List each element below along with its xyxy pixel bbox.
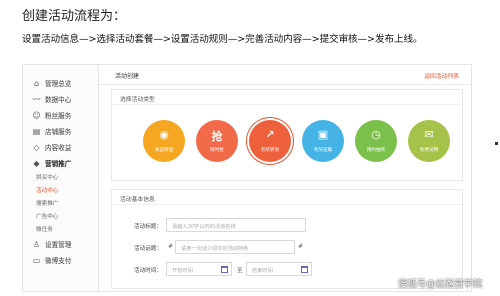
type-flash-sale-button[interactable]: 抢 限时抢: [196, 120, 238, 162]
sidebar-subitem[interactable]: 微任务: [36, 225, 53, 233]
sidebar-item-settings[interactable]: ♙ 设置管理: [32, 239, 72, 250]
gift-icon: ▣: [317, 128, 329, 141]
date-separator: 至: [237, 268, 243, 274]
sidebar-item-store[interactable]: ▤ 店铺服务: [32, 126, 72, 137]
clock-icon: ◷: [371, 128, 381, 141]
user-icon: ♙: [32, 239, 41, 249]
flash-sale-icon: 抢: [211, 130, 223, 143]
topic-row: 活动话题： # 请用一句话介绍你的活动特色 #: [112, 240, 464, 254]
type-label: 有奖征集: [313, 148, 333, 153]
end-time-input[interactable]: 结束时间: [246, 262, 312, 276]
title-input[interactable]: 请输入20字以内的活动名称: [166, 218, 306, 232]
topbar: 活动创建 返回活动列表: [99, 65, 471, 85]
sidebar-item-payment[interactable]: ▭ 微博支付: [32, 255, 72, 266]
sidebar-item-label: 管理总览: [45, 80, 72, 88]
screenshot-frame: ⌂ 管理总览 〰 数据中心 ☺ 粉丝服务 ▤ 店铺服务 ◇ 内容收益 ◆ 营销推…: [22, 64, 472, 292]
hash-mark: #: [168, 243, 174, 250]
type-repost-reward-button[interactable]: ↗ 有奖转发: [249, 120, 291, 162]
store-icon: ▤: [32, 126, 41, 136]
trend-icon: 〰: [32, 94, 41, 104]
sidebar-item-data[interactable]: 〰 数据中心: [32, 94, 72, 105]
share-icon: ↗: [265, 128, 275, 141]
watermark: 搜狐号@丝路赞学院: [398, 279, 483, 290]
sidebar-item-label: 营销推广: [45, 160, 72, 168]
time-row: 活动时间： 开始时间 至 结束时间: [112, 262, 464, 276]
type-label: 限时抢: [210, 148, 224, 153]
start-time-input[interactable]: 开始时间: [166, 262, 232, 276]
sidebar-item-fans[interactable]: ☺ 粉丝服务: [32, 110, 72, 121]
home-icon: ⌂: [33, 78, 40, 88]
sidebar-item-label: 微博支付: [45, 257, 72, 265]
wheel-icon: ◉: [159, 128, 169, 141]
sidebar-item-label: 数据中心: [45, 96, 72, 104]
panel-heading: 活动基本信息: [112, 190, 462, 205]
panel-heading: 选择活动类型: [112, 90, 462, 105]
type-label: 预约抽奖: [366, 148, 386, 153]
sidebar-subitem[interactable]: 拼买中心: [36, 173, 58, 181]
calendar-icon[interactable]: [301, 266, 308, 273]
activity-info-panel: 活动基本信息 活动标题： 请输入20字以内的活动名称 活动话题： # 请用一句话…: [111, 189, 463, 289]
caption-title: 创建活动流程为：: [22, 9, 127, 24]
gem-icon: ◇: [33, 142, 40, 152]
sidebar-subitem-current[interactable]: 活动中心: [36, 186, 58, 194]
type-lucky-wheel-button[interactable]: ◉ 幸运转盘: [143, 120, 185, 162]
hash-mark: #: [298, 243, 304, 250]
time-label: 活动时间：: [134, 268, 162, 274]
type-collection-button[interactable]: ▣ 有奖征集: [302, 120, 344, 162]
fans-icon: ☺: [32, 110, 41, 120]
activity-type-panel: 选择活动类型 ◉ 幸运转盘 抢 限时抢 ↗ 有奖转发 ▣ 有奖征集 ◷ 预约抽奖: [111, 89, 463, 181]
page-title: 活动创建: [115, 73, 140, 80]
topic-label: 活动话题：: [134, 246, 162, 252]
sidebar-item-overview[interactable]: ⌂ 管理总览: [32, 78, 72, 89]
wallet-icon: ▭: [32, 255, 41, 265]
sidebar-item-label: 店铺服务: [45, 128, 72, 136]
title-label: 活动标题：: [134, 224, 162, 230]
sidebar-item-revenue[interactable]: ◇ 内容收益: [32, 142, 72, 153]
type-free-trial-button[interactable]: ✉ 免费试用: [408, 120, 450, 162]
start-time-placeholder: 开始时间: [172, 268, 193, 274]
mail-icon: ✉: [424, 128, 434, 141]
end-time-placeholder: 结束时间: [252, 268, 273, 274]
caption-steps: 设置活动信息—>选择活动套餐—>设置活动规则—>完善活动内容—>提交审核—>发布…: [22, 34, 423, 45]
dot-mark: [495, 142, 498, 145]
sidebar: ⌂ 管理总览 〰 数据中心 ☺ 粉丝服务 ▤ 店铺服务 ◇ 内容收益 ◆ 营销推…: [23, 65, 99, 291]
sidebar-subitem[interactable]: 搜索推广: [36, 199, 58, 207]
type-label: 幸运转盘: [154, 148, 174, 153]
sidebar-item-marketing[interactable]: ◆ 营销推广: [32, 158, 72, 169]
sidebar-item-label: 粉丝服务: [45, 112, 72, 120]
calendar-icon[interactable]: [221, 266, 228, 273]
sidebar-subitem[interactable]: 广告中心: [36, 212, 58, 220]
marketing-icon: ◆: [33, 158, 40, 168]
topic-input[interactable]: 请用一句话介绍你的活动特色: [175, 240, 295, 254]
back-to-list-link[interactable]: 返回活动列表: [424, 71, 459, 80]
sidebar-item-label: 设置管理: [45, 241, 72, 249]
title-row: 活动标题： 请输入20字以内的活动名称: [112, 218, 464, 232]
sidebar-item-label: 内容收益: [45, 144, 72, 152]
type-reservation-draw-button[interactable]: ◷ 预约抽奖: [355, 120, 397, 162]
type-label: 免费试用: [419, 148, 439, 153]
type-label: 有奖转发: [260, 148, 280, 153]
main-content: 活动创建 返回活动列表 选择活动类型 ◉ 幸运转盘 抢 限时抢 ↗ 有奖转发 ▣…: [99, 65, 471, 291]
